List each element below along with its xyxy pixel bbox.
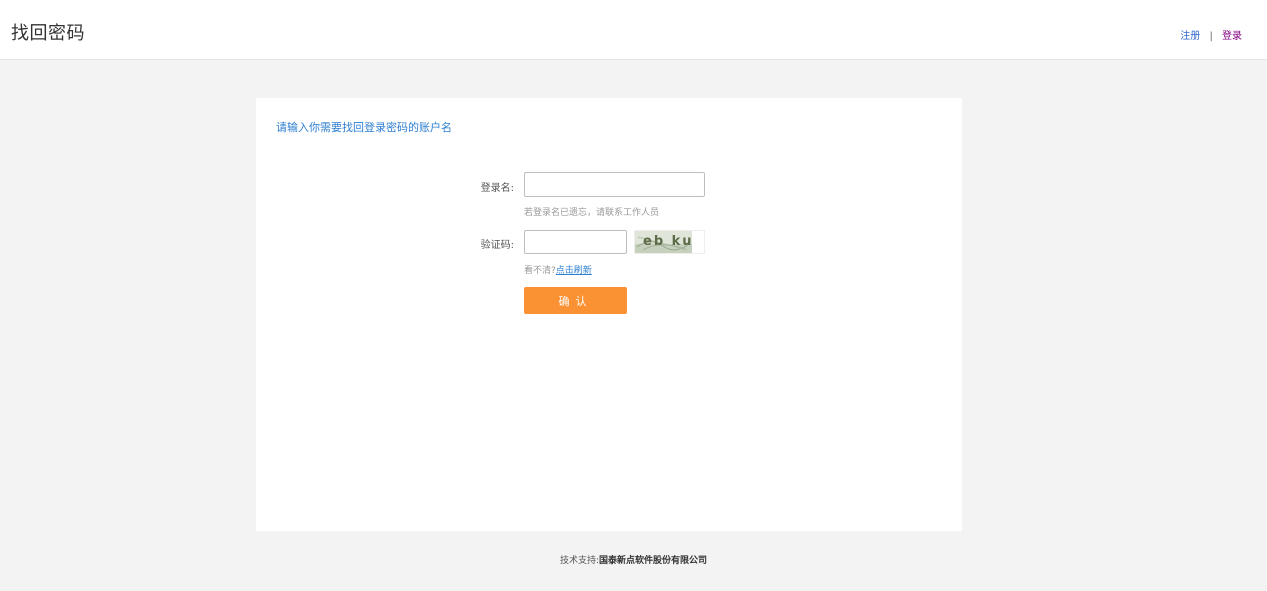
card-heading: 请输入你需要找回登录密码的账户名	[276, 121, 452, 134]
captcha-hint-text: 看不清?	[524, 266, 556, 276]
username-label: 登录名:	[480, 183, 514, 194]
captcha-label: 验证码:	[480, 240, 514, 251]
captcha-text: eb ku	[643, 234, 694, 249]
login-link[interactable]: 登录	[1222, 31, 1242, 42]
footer: 技术支持:国泰新点软件股份有限公司	[0, 553, 1267, 566]
captcha-graphic: eb ku	[635, 231, 694, 253]
page-title: 找回密码	[11, 23, 85, 44]
top-header: 找回密码 注册 | 登录	[0, 0, 1267, 60]
username-hint: 若登录名已遗忘，请联系工作人员	[524, 208, 660, 218]
captcha-hint: 看不清?点击刷新	[524, 263, 592, 276]
recover-password-card: 请输入你需要找回登录密码的账户名 登录名: 若登录名已遗忘，请联系工作人员 验证…	[256, 98, 962, 531]
footer-prefix: 技术支持:	[559, 556, 600, 566]
register-link[interactable]: 注册	[1180, 31, 1200, 42]
captcha-input[interactable]	[524, 230, 627, 254]
footer-company: 国泰新点软件股份有限公司	[599, 556, 708, 566]
link-separator: |	[1209, 31, 1213, 42]
top-links: 注册 | 登录	[1180, 27, 1242, 42]
username-input[interactable]	[524, 172, 705, 197]
confirm-button[interactable]: 确认	[524, 287, 627, 314]
refresh-captcha-link[interactable]: 点击刷新	[556, 266, 592, 276]
captcha-image[interactable]: eb ku	[634, 230, 705, 254]
